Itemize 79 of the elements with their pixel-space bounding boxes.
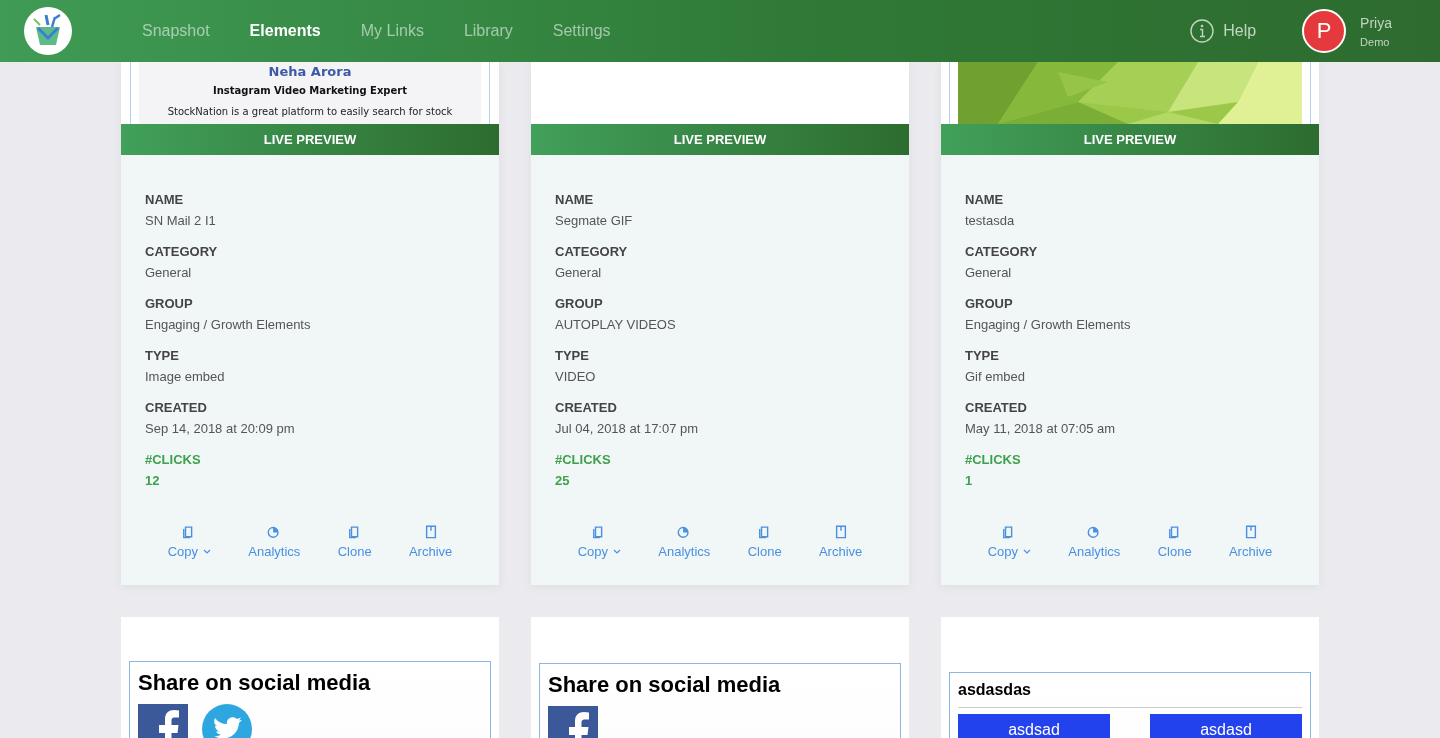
field-value: AUTOPLAY VIDEOS: [555, 317, 677, 332]
nav-tab[interactable]: Elements: [229, 22, 341, 40]
logo-icon[interactable]: [24, 7, 72, 55]
live-preview-bar[interactable]: LIVE PREVIEW: [531, 124, 909, 155]
caret-icon: [1023, 548, 1031, 555]
preview-text: StockNation is a great platform to easily search for stock: [167, 106, 453, 117]
action-button[interactable]: Clone: [1153, 524, 1196, 559]
field-label: GROUP: [555, 296, 604, 311]
caret-icon: [613, 548, 621, 555]
live-preview-bar[interactable]: LIVE PREVIEW: [121, 124, 499, 155]
field-label: CATEGORY: [555, 244, 629, 259]
widget-title: Share on social media: [548, 672, 782, 698]
pie-chart-icon: [677, 524, 692, 539]
action-button[interactable]: Archive: [1224, 524, 1277, 559]
page-icon: [423, 524, 438, 539]
field-label: NAME: [555, 192, 595, 207]
field-label: NAME: [965, 192, 1005, 207]
clicks-label: #CLICKS: [555, 452, 612, 467]
field-label: TYPE: [965, 348, 1000, 363]
widget-title: Share on social media: [138, 670, 372, 696]
action-button[interactable]: Copy: [573, 524, 625, 559]
live-preview-bar[interactable]: LIVE PREVIEW: [941, 124, 1319, 155]
field-label: TYPE: [555, 348, 590, 363]
field-label: CATEGORY: [145, 244, 219, 259]
preview-name: Neha Arora: [268, 64, 352, 79]
page-icon: [833, 524, 848, 539]
user-avatar[interactable]: P: [1302, 9, 1347, 53]
nav-tab[interactable]: My Links: [340, 22, 444, 40]
action-button[interactable]: Archive: [814, 524, 867, 559]
widget-title: asdasdas: [958, 681, 1302, 708]
field-value: Segmate GIF: [555, 213, 634, 228]
field-value: Jul 04, 2018 at 17:07 pm: [555, 421, 700, 436]
field-value: testasda: [965, 213, 1016, 228]
nav-tab[interactable]: Library: [443, 22, 533, 40]
widget-button[interactable]: asdsad: [958, 714, 1110, 738]
help-link[interactable]: Help: [1223, 22, 1257, 40]
field-value: Sep 14, 2018 at 20:09 pm: [145, 421, 296, 436]
field-value: Image embed: [145, 369, 226, 384]
field-value: General: [555, 265, 603, 280]
action-button[interactable]: Copy: [163, 524, 215, 559]
field-value: VIDEO: [555, 369, 597, 384]
action-button[interactable]: Copy: [983, 524, 1035, 559]
widget-button[interactable]: asdasd: [1150, 714, 1302, 738]
field-value: Gif embed: [965, 369, 1026, 384]
field-value: General: [145, 265, 193, 280]
action-button[interactable]: Analytics: [244, 524, 305, 559]
field-label: GROUP: [145, 296, 194, 311]
clicks-count: 25: [555, 473, 571, 488]
nav-tab[interactable]: Snapshot: [122, 22, 230, 40]
user-role: Demo: [1360, 35, 1391, 48]
field-value: Engaging / Growth Elements: [965, 317, 1132, 332]
action-button[interactable]: Clone: [333, 524, 376, 559]
pie-chart-icon: [1087, 524, 1102, 539]
field-label: GROUP: [965, 296, 1014, 311]
field-label: TYPE: [145, 348, 180, 363]
nav-tab[interactable]: Settings: [532, 22, 631, 40]
caret-icon: [203, 548, 211, 555]
field-label: CREATED: [555, 400, 618, 415]
pie-chart-icon: [267, 524, 282, 539]
field-value: May 11, 2018 at 07:05 am: [965, 421, 1117, 436]
field-value: SN Mail 2 I1: [145, 213, 217, 228]
action-button[interactable]: Analytics: [654, 524, 715, 559]
field-label: NAME: [145, 192, 185, 207]
clicks-count: 12: [145, 473, 161, 488]
field-label: CREATED: [145, 400, 208, 415]
field-value: Engaging / Growth Elements: [145, 317, 312, 332]
clicks-count: 1: [965, 473, 974, 488]
action-button[interactable]: Archive: [404, 524, 457, 559]
field-label: CREATED: [965, 400, 1028, 415]
field-label: CATEGORY: [965, 244, 1039, 259]
clicks-label: #CLICKS: [145, 452, 202, 467]
preview-title: Instagram Video Marketing Expert: [212, 85, 407, 96]
page-icon: [1243, 524, 1258, 539]
action-button[interactable]: Clone: [743, 524, 786, 559]
user-name: Priya: [1360, 14, 1392, 31]
clicks-label: #CLICKS: [965, 452, 1022, 467]
action-button[interactable]: Analytics: [1064, 524, 1125, 559]
field-value: General: [965, 265, 1013, 280]
info-icon[interactable]: [1190, 19, 1215, 43]
